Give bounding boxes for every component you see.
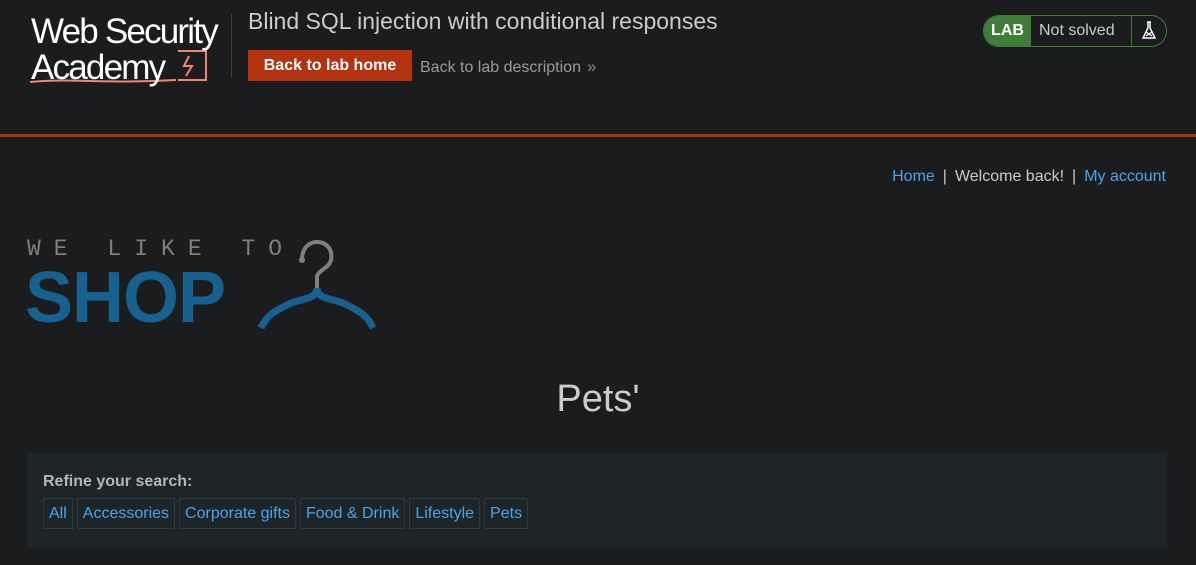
back-to-lab-description-link[interactable]: Back to lab description » xyxy=(420,57,596,77)
filter-label: Refine your search: xyxy=(43,473,193,490)
my-account-link[interactable]: My account xyxy=(1084,168,1166,185)
lab-tag: LAB xyxy=(984,16,1031,46)
nav-separator: | xyxy=(1072,168,1077,185)
flask-icon xyxy=(1131,16,1166,46)
logo-line-1: Web Security xyxy=(31,12,219,51)
header-divider xyxy=(231,14,232,78)
filter-category-food-drink[interactable]: Food & Drink xyxy=(299,498,406,529)
filter-category-accessories[interactable]: Accessories xyxy=(76,498,176,529)
lab-title: Blind SQL injection with conditional res… xyxy=(248,8,718,34)
hanger-icon xyxy=(257,239,377,330)
nav-separator: | xyxy=(942,168,947,185)
account-nav: Home | Welcome back! | My account xyxy=(892,168,1166,186)
home-link[interactable]: Home xyxy=(892,168,935,185)
filter-panel: Refine your search: All Accessories Corp… xyxy=(27,453,1167,548)
filter-category-lifestyle[interactable]: Lifestyle xyxy=(409,498,481,529)
lab-status-badge: LAB Not solved xyxy=(983,15,1167,47)
filter-category-corporate-gifts[interactable]: Corporate gifts xyxy=(179,498,296,529)
lab-status-text: Not solved xyxy=(1039,22,1115,39)
back-to-lab-description-label: Back to lab description xyxy=(420,59,581,76)
page-title: Pets' xyxy=(556,378,640,420)
double-chevron-right-icon: » xyxy=(586,57,597,76)
shop-logo-wordmark: SHOP xyxy=(25,258,226,338)
shop-logo: WE LIKE TO SHOP xyxy=(25,234,385,334)
welcome-text: Welcome back! xyxy=(954,168,1065,185)
filter-category-pets[interactable]: Pets xyxy=(484,498,529,529)
header-bottom-rule xyxy=(0,134,1196,137)
lab-header: Web Security Academy Blind SQL injection… xyxy=(0,0,1196,134)
filter-category-all[interactable]: All xyxy=(43,498,73,529)
back-to-lab-home-button[interactable]: Back to lab home xyxy=(248,50,412,81)
web-security-academy-logo[interactable]: Web Security Academy xyxy=(28,12,228,86)
filter-category-list: All Accessories Corporate gifts Food & D… xyxy=(43,498,1151,529)
logo-line-2: Academy xyxy=(31,48,166,87)
